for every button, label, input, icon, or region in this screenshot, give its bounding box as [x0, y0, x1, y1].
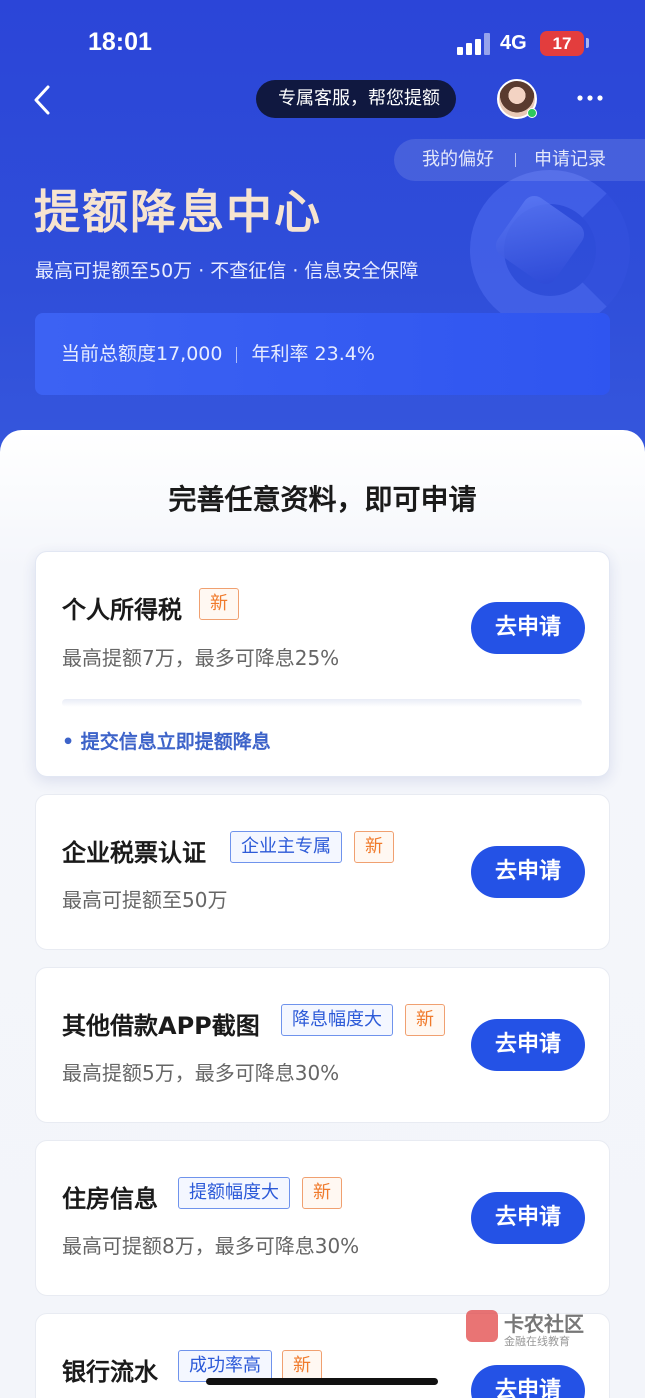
tag-enterprise-owner: 企业主专属	[230, 831, 342, 863]
divider	[515, 153, 516, 167]
customer-service-banner[interactable]: 专属客服，帮您提额	[256, 80, 456, 118]
tag-new: 新	[199, 588, 239, 620]
card-other-loan-app-screenshot[interactable]: 其他借款APP截图 降息幅度大 新 最高提额5万，最多可降息30% 去申请	[35, 967, 610, 1123]
page-title: 提额降息中心	[34, 185, 322, 239]
online-status-dot	[527, 108, 537, 118]
back-button[interactable]	[28, 80, 62, 120]
apply-button[interactable]: 去申请	[471, 1365, 585, 1398]
card-title: 银行流水	[62, 1358, 158, 1386]
status-time: 18:01	[88, 28, 152, 56]
preference-bar: 我的偏好 申请记录	[394, 139, 645, 181]
application-records-link[interactable]: 申请记录	[534, 139, 606, 181]
current-quota: 当前总额度17,000	[61, 343, 223, 365]
battery-tip	[586, 38, 589, 48]
card-housing-info[interactable]: 住房信息 提额幅度大 新 最高可提额8万，最多可降息30% 去申请	[35, 1140, 610, 1296]
home-indicator[interactable]	[206, 1378, 438, 1385]
card-title: 其他借款APP截图	[62, 1012, 260, 1040]
quota-summary: 当前总额度17,000 年利率 23.4%	[35, 313, 610, 395]
card-description: 最高提额7万，最多可降息25%	[62, 646, 340, 670]
card-enterprise-tax-invoice[interactable]: 企业税票认证 企业主专属 新 最高可提额至50万 去申请	[35, 794, 610, 950]
apply-button[interactable]: 去申请	[471, 1019, 585, 1071]
card-title: 个人所得税	[62, 596, 182, 624]
card-hint: • 提交信息立即提额降息	[62, 731, 271, 753]
card-description: 最高可提额8万，最多可降息30%	[62, 1234, 360, 1258]
watermark: 卡农社区 金融在线教育	[466, 1308, 596, 1348]
watermark-sub: 金融在线教育	[504, 1335, 570, 1348]
more-options-button[interactable]	[574, 88, 606, 108]
tag-quota-increase: 提额幅度大	[178, 1177, 290, 1209]
chevron-left-icon	[34, 85, 50, 115]
card-title: 住房信息	[62, 1185, 158, 1213]
network-type: 4G	[500, 32, 527, 54]
card-description: 最高提额5万，最多可降息30%	[62, 1061, 340, 1085]
apply-button[interactable]: 去申请	[471, 1192, 585, 1244]
card-title: 企业税票认证	[62, 839, 206, 867]
divider	[236, 346, 238, 363]
card-personal-income-tax[interactable]: 个人所得税 新 最高提额7万，最多可降息25% 去申请 • 提交信息立即提额降息	[35, 551, 610, 777]
apply-button[interactable]: 去申请	[471, 602, 585, 654]
watermark-logo-icon	[466, 1310, 498, 1342]
battery-icon: 17	[540, 31, 584, 56]
tag-rate-reduction: 降息幅度大	[281, 1004, 393, 1036]
card-divider	[62, 699, 582, 707]
hero-subtitle: 最高可提额至50万 · 不查征信 · 信息安全保障	[35, 260, 419, 282]
section-title: 完善任意资料，即可申请	[168, 483, 477, 516]
card-description: 最高可提额至50万	[62, 888, 228, 912]
more-dots-icon	[577, 95, 603, 101]
signal-icon	[457, 33, 491, 55]
apply-button[interactable]: 去申请	[471, 846, 585, 898]
tag-new: 新	[405, 1004, 445, 1036]
tag-new: 新	[354, 831, 394, 863]
status-bar: 18:01 4G 17	[0, 0, 645, 88]
my-preference-link[interactable]: 我的偏好	[422, 139, 494, 181]
tag-new: 新	[302, 1177, 342, 1209]
annual-rate: 年利率 23.4%	[251, 343, 375, 365]
